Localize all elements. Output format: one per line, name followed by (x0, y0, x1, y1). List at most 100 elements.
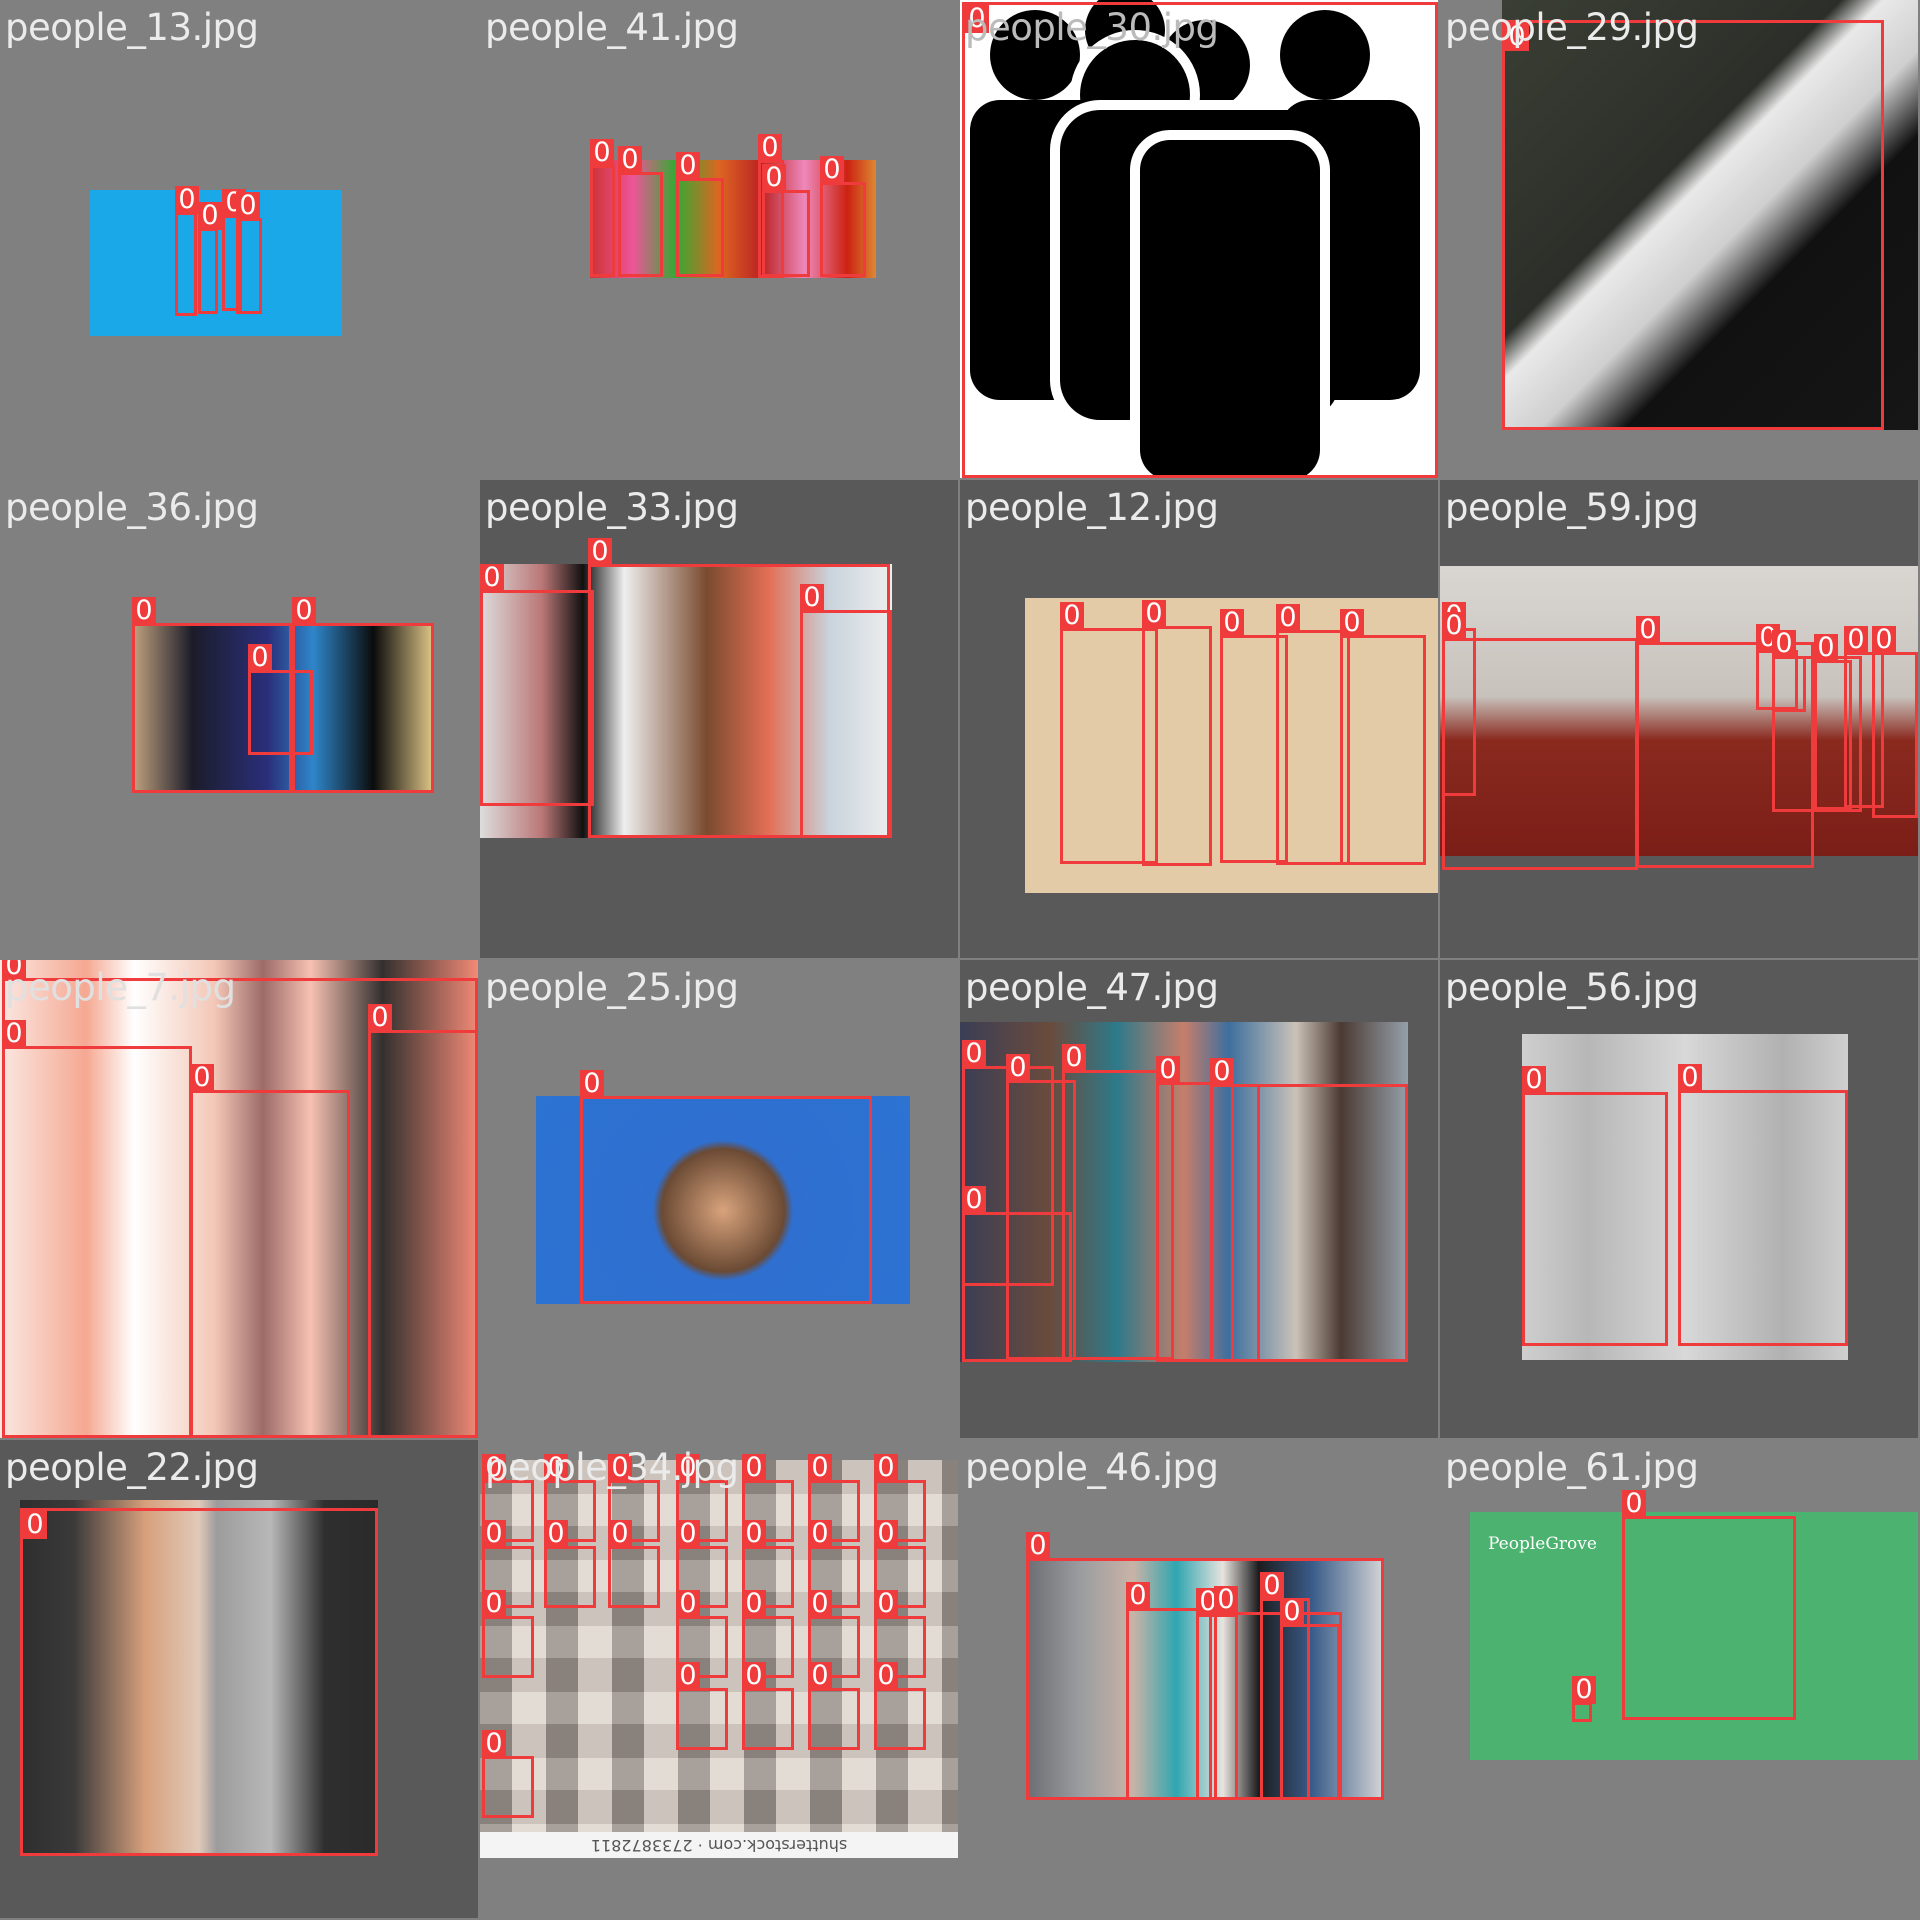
image-watermark: shutterstock.com · 2733872811 (480, 1832, 958, 1858)
class-label: 0 (1126, 1582, 1150, 1610)
class-label: 0 (874, 1590, 898, 1618)
class-label: 0 (236, 192, 260, 220)
detection-box[interactable]: 0 (962, 1186, 1072, 1362)
class-label: 0 (1814, 634, 1838, 662)
tile-filename: people_41.jpg (485, 6, 739, 49)
detection-box[interactable]: 0 (1872, 626, 1918, 818)
tile-people-41[interactable]: people_41.jpg 0 0 0 0 0 0 (480, 0, 958, 478)
class-label: 0 (1572, 1676, 1596, 1704)
tile-filename: people_12.jpg (965, 486, 1219, 529)
tile-filename: people_29.jpg (1445, 6, 1699, 49)
class-label: 0 (808, 1520, 832, 1548)
class-label: 0 (1214, 1586, 1238, 1614)
detection-box[interactable]: 0 (758, 134, 784, 278)
tile-filename: people_33.jpg (485, 486, 739, 529)
detection-box[interactable]: 0 (482, 1730, 534, 1818)
detection-box[interactable]: 0 (742, 1662, 794, 1750)
class-label: 0 (23, 1511, 47, 1539)
tile-people-22[interactable]: people_22.jpg 0 (0, 1440, 478, 1918)
class-label: 0 (1026, 1532, 1050, 1560)
class-label: 0 (962, 1186, 986, 1214)
detection-box[interactable]: 0 (190, 1064, 350, 1438)
tile-people-47[interactable]: people_47.jpg 0 0 0 0 0 0 0 (960, 960, 1438, 1438)
tile-filename: people_36.jpg (5, 486, 259, 529)
tile-filename: people_46.jpg (965, 1446, 1219, 1489)
tile-filename: people_22.jpg (5, 1446, 259, 1489)
detection-box[interactable]: 0 (1502, 20, 1884, 430)
detection-box[interactable]: 0 (962, 2, 1438, 478)
detection-box[interactable]: 0 (544, 1520, 596, 1608)
detection-box[interactable]: 0 (1572, 1676, 1596, 1722)
class-label: 0 (1142, 600, 1166, 628)
class-label: 0 (808, 1590, 832, 1618)
detection-box[interactable]: 0 (1522, 1066, 1668, 1346)
detection-box[interactable]: 0 (248, 644, 313, 755)
detection-box[interactable]: 0 (236, 192, 262, 314)
detection-box[interactable]: 0 (20, 1508, 378, 1856)
tile-filename: people_25.jpg (485, 966, 739, 1009)
detection-box[interactable]: 0 (808, 1662, 860, 1750)
tile-people-34[interactable]: shutterstock.com · 2733872811 people_34.… (480, 1440, 958, 1918)
tile-people-13[interactable]: people_13.jpg 0 0 0 0 (0, 0, 478, 478)
tile-people-25[interactable]: people_25.jpg 0 (480, 960, 958, 1438)
detection-box[interactable]: 0 (618, 146, 663, 277)
detection-box[interactable]: 0 (1442, 612, 1638, 870)
detection-box[interactable]: 0 (175, 186, 199, 316)
class-label: 0 (1156, 1056, 1180, 1084)
detection-box[interactable]: 0 (1142, 600, 1212, 866)
detection-box[interactable]: 0 (800, 584, 892, 838)
class-label: 0 (742, 1520, 766, 1548)
tile-people-56[interactable]: people_56.jpg 0 0 (1440, 960, 1918, 1438)
tile-filename: people_13.jpg (5, 6, 259, 49)
tile-people-59[interactable]: people_59.jpg 0 0 0 0 0 0 0 0 0 (1440, 480, 1918, 958)
detection-box[interactable]: 0 (368, 1004, 478, 1438)
tile-people-36[interactable]: people_36.jpg 0 0 0 (0, 480, 478, 958)
tile-people-46[interactable]: people_46.jpg 0 0 0 0 0 0 (960, 1440, 1438, 1918)
detection-box[interactable]: 0 (1210, 1058, 1408, 1362)
detection-box[interactable]: 0 (874, 1662, 926, 1750)
tile-people-29[interactable]: people_29.jpg 0 (1440, 0, 1918, 478)
detection-box[interactable]: 0 (1340, 609, 1426, 865)
class-label: 0 (1844, 626, 1868, 654)
detection-box[interactable]: 0 (580, 1070, 872, 1304)
class-label: 0 (175, 186, 199, 214)
detection-box[interactable]: 0 (676, 1662, 728, 1750)
class-label: 0 (1006, 1054, 1030, 1082)
detection-box[interactable]: 0 (820, 156, 866, 277)
class-label: 0 (132, 597, 156, 625)
class-label: 0 (820, 156, 844, 184)
class-label: 0 (588, 538, 612, 566)
class-label: 0 (482, 1520, 506, 1548)
detection-box[interactable]: 0 (590, 139, 615, 277)
detection-box[interactable]: 0 (1678, 1064, 1848, 1346)
class-label: 0 (480, 564, 504, 592)
tile-people-61[interactable]: people_61.jpg PeopleGrove 0 0 (1440, 1440, 1918, 1918)
tile-filename: people_61.jpg (1445, 1446, 1699, 1489)
detection-box[interactable]: 0 (608, 1520, 660, 1608)
class-label: 0 (1636, 616, 1660, 644)
peoplegrove-logo: PeopleGrove (1488, 1534, 1597, 1554)
class-label: 0 (808, 1662, 832, 1690)
tile-people-12[interactable]: people_12.jpg 0 0 0 0 0 (960, 480, 1438, 958)
tile-people-33[interactable]: people_33.jpg 0 0 0 (480, 480, 958, 958)
detection-box[interactable]: 0 (198, 202, 222, 314)
detection-box[interactable]: 0 (480, 564, 594, 806)
detection-box[interactable]: 0 (1280, 1598, 1340, 1800)
class-label: 0 (742, 1590, 766, 1618)
detection-box[interactable]: 0 (482, 1590, 534, 1678)
tile-people-7[interactable]: people_7.jpg 0 0 0 0 (0, 960, 478, 1438)
class-label: 0 (1280, 1598, 1304, 1626)
class-label: 0 (874, 1662, 898, 1690)
tile-people-30[interactable]: people_30.jpg 0 (960, 0, 1438, 478)
class-label: 0 (800, 584, 824, 612)
class-label: 0 (1062, 1044, 1086, 1072)
class-label: 0 (248, 644, 272, 672)
detection-box[interactable]: 0 (1276, 604, 1350, 865)
detection-box[interactable]: 0 (292, 597, 434, 793)
class-label: 0 (676, 1590, 700, 1618)
detection-box[interactable]: 0 (1622, 1490, 1796, 1720)
class-label: 0 (1210, 1058, 1234, 1086)
detection-box[interactable]: 0 (2, 1020, 192, 1438)
detection-box[interactable]: 0 (676, 152, 724, 277)
class-label: 0 (758, 134, 782, 162)
